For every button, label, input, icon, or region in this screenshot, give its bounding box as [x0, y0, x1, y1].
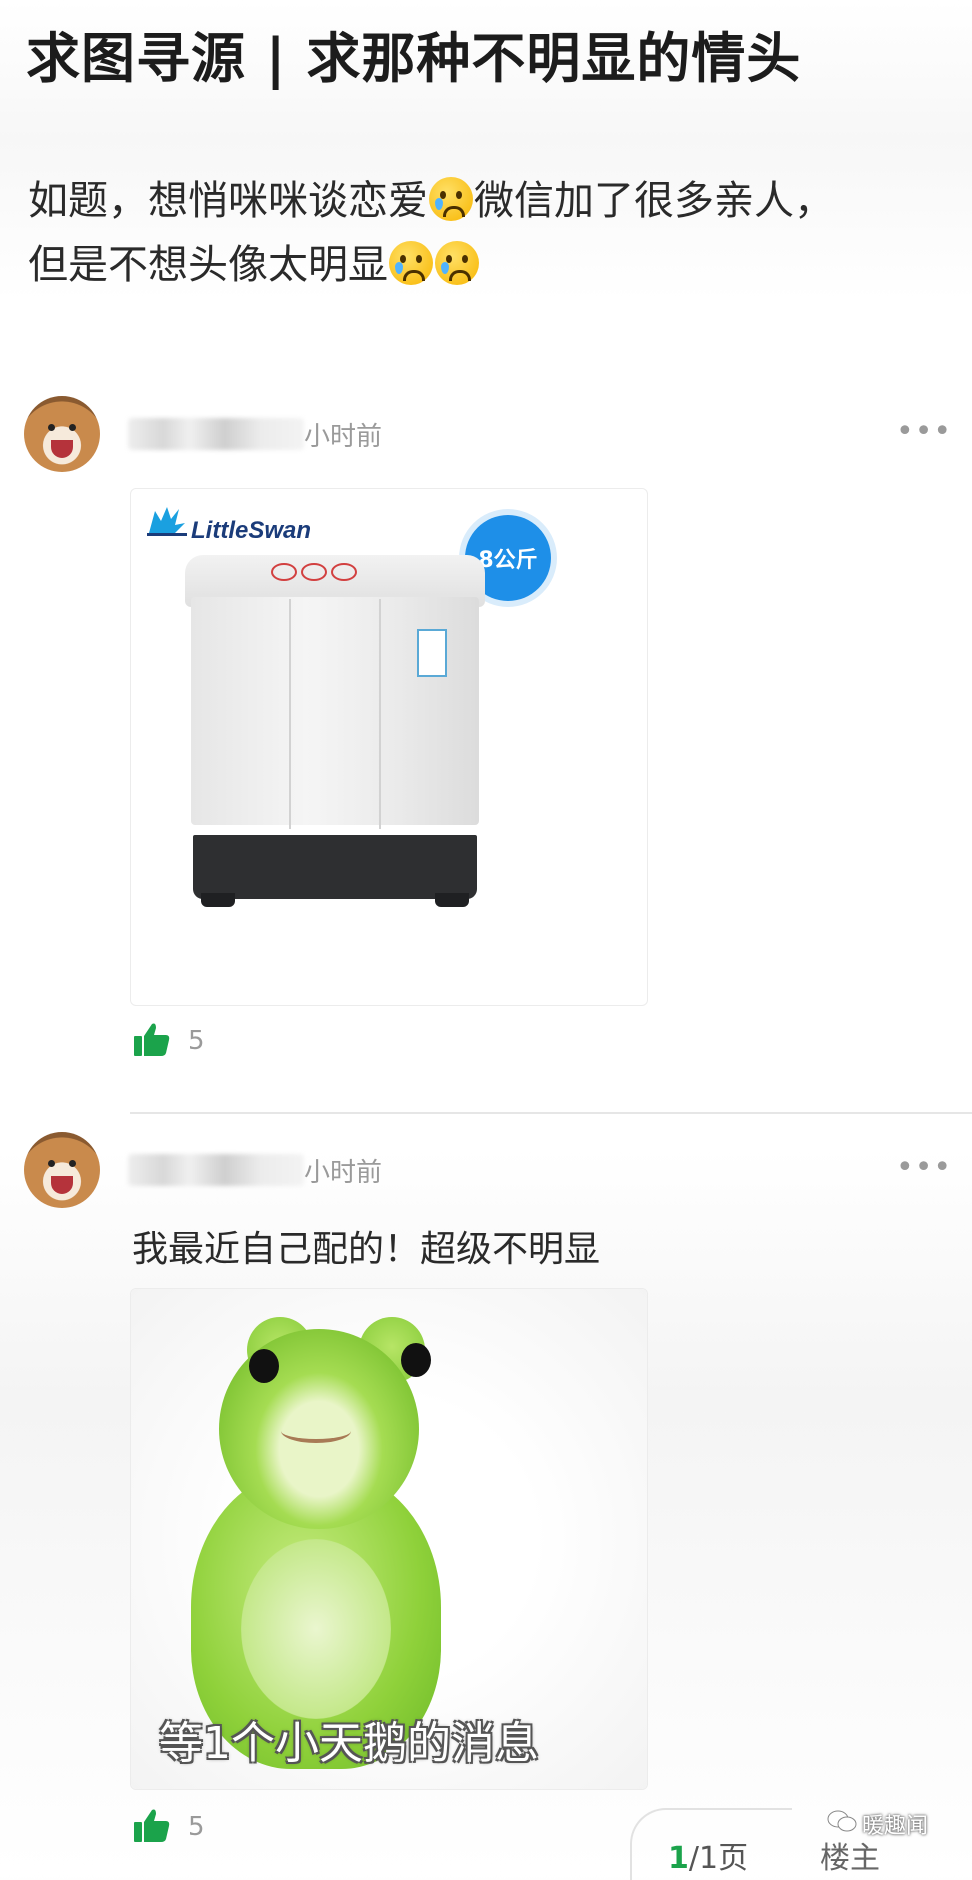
more-options-icon[interactable]: •••	[896, 414, 952, 449]
frog-belly	[241, 1539, 391, 1719]
post-body-text-1b: 微信加了很多亲人，	[474, 178, 834, 224]
frog-eye	[401, 1343, 431, 1377]
frog-smile	[281, 1419, 351, 1443]
washer-foot	[201, 893, 235, 907]
thumbs-up-icon[interactable]	[132, 1020, 172, 1060]
avatar[interactable]	[24, 396, 100, 472]
page-indicator[interactable]: 1/1页	[668, 1833, 748, 1877]
washer-dial	[271, 563, 297, 581]
meme-caption: 等1个小天鹅的消息	[159, 1718, 539, 1769]
thread-title: 求图寻源 | 求那种不明显的情头	[26, 27, 802, 90]
like-count: 5	[188, 1812, 205, 1842]
post-body-line-2: 但是不想头像太明显	[28, 232, 480, 290]
crying-face-icon	[435, 241, 479, 285]
washer-dial	[331, 563, 357, 581]
washer-panel-line	[289, 599, 291, 829]
comment-text: 我最近自己配的！超级不明显	[132, 1229, 601, 1270]
thumbs-up-icon[interactable]	[132, 1806, 172, 1846]
comment-image-washing-machine[interactable]: LittleSwan 8公斤	[130, 488, 648, 1006]
avatar[interactable]	[24, 1132, 100, 1208]
like-count: 5	[188, 1026, 205, 1056]
username-blurred[interactable]	[128, 1154, 304, 1186]
frog-eye	[249, 1349, 279, 1383]
washer-foot	[435, 893, 469, 907]
washer-dial	[301, 563, 327, 581]
energy-label	[417, 629, 447, 677]
divider	[130, 1112, 972, 1114]
comment-time: 小时前	[304, 422, 383, 452]
washer-panel-line	[379, 599, 381, 829]
crying-face-icon	[429, 177, 473, 221]
comment-image-frog-meme[interactable]: 等1个小天鹅的消息	[130, 1288, 648, 1790]
wechat-icon	[827, 1810, 857, 1832]
post-body-text-1a: 如题，想悄咪咪谈恋爱	[28, 178, 428, 224]
littleswan-logo-icon	[147, 507, 187, 536]
source-watermark: 暖趣闻	[862, 1814, 929, 1839]
post-body-line-1: 如题，想悄咪咪谈恋爱 微信加了很多亲人，	[28, 168, 834, 226]
username-blurred[interactable]	[128, 418, 304, 450]
washer-base	[193, 835, 477, 899]
crying-face-icon	[389, 241, 433, 285]
brand-logo-text: LittleSwan	[191, 517, 312, 544]
comment-time: 小时前	[304, 1158, 383, 1188]
more-options-icon[interactable]: •••	[896, 1150, 952, 1185]
post-body-text-2: 但是不想头像太明显	[28, 242, 388, 288]
